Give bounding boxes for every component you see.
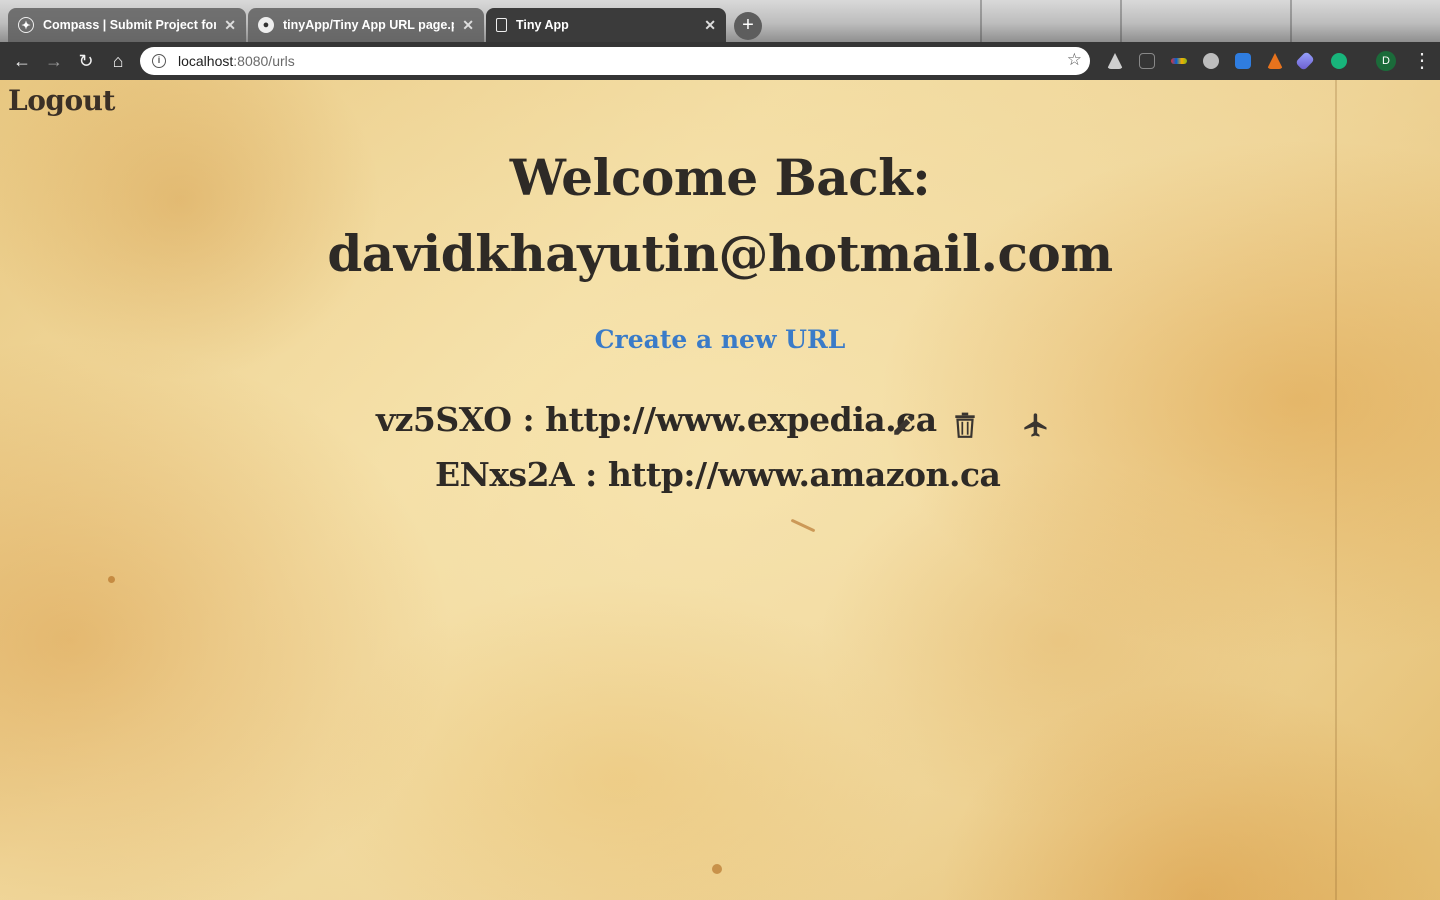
close-icon[interactable]: ✕	[462, 17, 474, 34]
forward-icon[interactable]: →	[38, 45, 70, 77]
close-icon[interactable]: ✕	[704, 17, 716, 34]
reload-icon[interactable]: ↻	[70, 45, 102, 77]
long-url[interactable]: http://www.expedia.ca	[545, 400, 937, 439]
visit-icon[interactable]	[1021, 410, 1051, 440]
home-icon[interactable]: ⌂	[102, 45, 134, 77]
bookmark-star-icon[interactable]: ☆	[1067, 50, 1082, 70]
browser-toolbar: ← → ↻ ⌂ i localhost:8080/urls ☆ D ⋮	[0, 42, 1440, 80]
back-icon[interactable]: ←	[6, 45, 38, 77]
new-tab-button[interactable]: +	[734, 12, 762, 40]
short-url[interactable]: vz5SXO	[376, 400, 512, 439]
user-email: davidkhayutin@hotmail.com	[327, 224, 1113, 283]
tab-compass[interactable]: ✦ Compass | Submit Project for E ✕	[8, 8, 246, 42]
address-host: localhost	[178, 53, 234, 69]
cast-extension-icon[interactable]	[1139, 53, 1155, 69]
github-icon: ●	[258, 17, 274, 33]
edit-icon[interactable]	[889, 410, 919, 440]
paper-stain	[790, 518, 816, 533]
extension-icon[interactable]	[1267, 53, 1283, 69]
short-url[interactable]: ENxs2A	[435, 455, 575, 494]
tab-tiny-app[interactable]: Tiny App ✕	[486, 8, 726, 42]
search-extension-icon[interactable]	[1235, 53, 1251, 69]
page-viewport: Logout Welcome Back: davidkhayutin@hotma…	[0, 80, 1440, 900]
url-list-item: vz5SXO : http://www.expedia.ca	[376, 400, 937, 439]
tab-title: Compass | Submit Project for E	[43, 18, 217, 32]
tab-title: Tiny App	[516, 18, 569, 32]
address-path: :8080/urls	[233, 53, 295, 69]
welcome-title: Welcome Back:	[509, 148, 931, 207]
url-separator: :	[574, 455, 608, 494]
logout-link[interactable]: Logout	[8, 84, 115, 117]
paper-stain	[108, 576, 115, 583]
address-bar[interactable]: i localhost:8080/urls ☆	[140, 47, 1090, 75]
tab-github[interactable]: ● tinyApp/Tiny App URL page.png ✕	[248, 8, 484, 42]
background-decoration	[1290, 0, 1292, 42]
close-icon[interactable]: ✕	[224, 17, 236, 34]
long-url[interactable]: http://www.amazon.ca	[608, 455, 1001, 494]
compass-icon: ✦	[18, 17, 34, 33]
address-url[interactable]: localhost:8080/urls	[178, 53, 295, 69]
url-separator: :	[511, 400, 546, 439]
welcome-heading: Welcome Back: davidkhayutin@hotmail.com	[0, 140, 1440, 292]
info-icon[interactable]: i	[152, 54, 166, 68]
ebay-extension-icon[interactable]	[1171, 58, 1187, 64]
page-icon	[496, 18, 507, 32]
background-decoration	[1120, 0, 1122, 42]
more-menu-icon[interactable]: ⋮	[1412, 48, 1432, 73]
background-decoration	[980, 0, 982, 42]
delete-icon[interactable]	[950, 410, 980, 440]
tab-strip: ✦ Compass | Submit Project for E ✕ ● tin…	[0, 0, 1440, 42]
paper-stain	[712, 864, 722, 874]
pen-extension-icon[interactable]	[1295, 51, 1315, 71]
drive-extension-icon[interactable]	[1107, 53, 1123, 69]
tab-title: tinyApp/Tiny App URL page.png	[283, 18, 454, 32]
extension-icon[interactable]	[1331, 53, 1347, 69]
profile-avatar[interactable]: D	[1376, 51, 1396, 71]
create-new-url-link[interactable]: Create a new URL	[0, 325, 1440, 354]
url-list-item: ENxs2A : http://www.amazon.ca	[435, 455, 1001, 494]
extension-icon[interactable]	[1203, 53, 1219, 69]
